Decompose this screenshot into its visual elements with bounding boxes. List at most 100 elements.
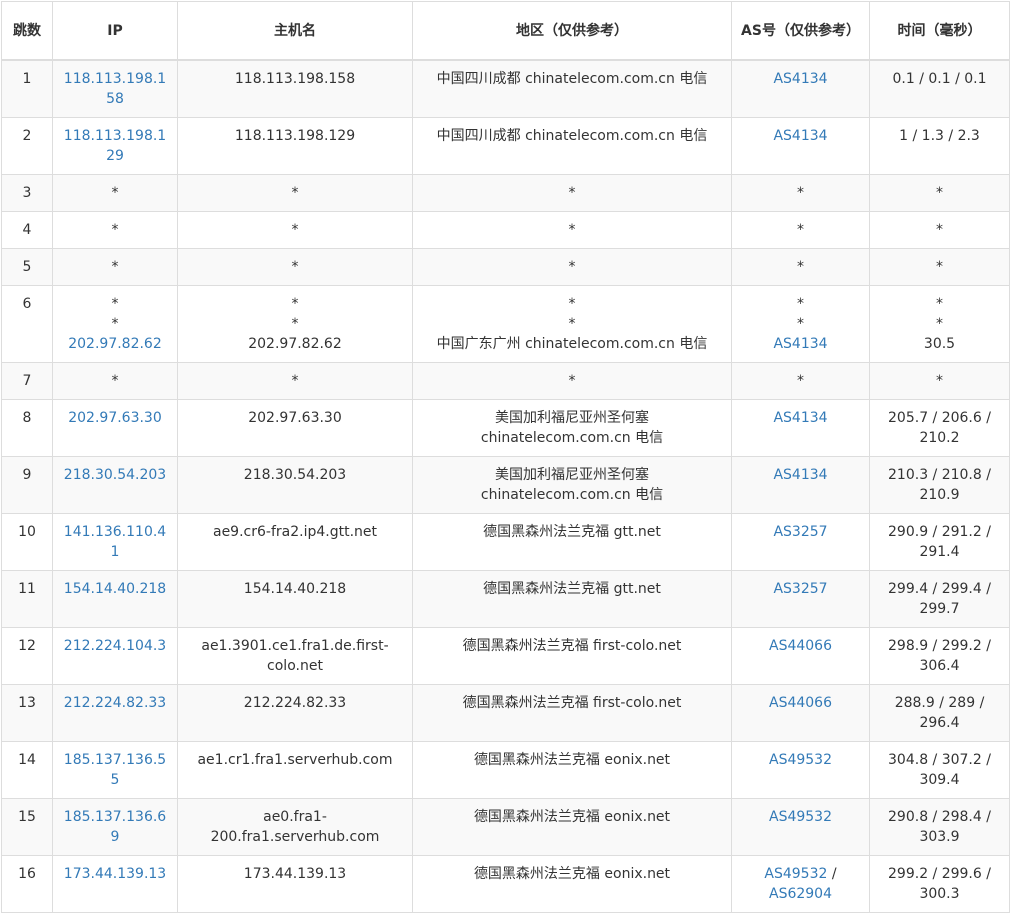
ip-link[interactable]: 118.113.198.158 bbox=[64, 71, 166, 107]
as-link[interactable]: AS4134 bbox=[773, 467, 827, 483]
time-cell: 205.7 / 206.6 / 210.2 bbox=[869, 399, 1010, 457]
as-cell: AS4134 bbox=[731, 399, 870, 457]
ip-link[interactable]: 173.44.139.13 bbox=[64, 866, 166, 882]
ip-cell: 185.137.136.69 bbox=[52, 798, 178, 856]
as-link[interactable]: AS62904 bbox=[769, 886, 832, 902]
as-link[interactable]: AS3257 bbox=[773, 581, 827, 597]
time-cell: 210.3 / 210.8 / 210.9 bbox=[869, 456, 1010, 514]
region-cell: 德国黑森州法兰克福 gtt.net bbox=[412, 513, 732, 571]
ip-link[interactable]: 202.97.63.30 bbox=[68, 410, 162, 426]
ip-cell: 202.97.63.30 bbox=[52, 399, 178, 457]
ip-cell: * bbox=[52, 362, 178, 400]
hostname-value: 202.97.82.62 bbox=[248, 336, 342, 352]
as-cell: AS3257 bbox=[731, 513, 870, 571]
time-cell: 288.9 / 289 / 296.4 bbox=[869, 684, 1010, 742]
table-body: 1 118.113.198.158 118.113.198.158 中国四川成都… bbox=[1, 59, 1010, 913]
hop-cell: 2 bbox=[1, 117, 53, 175]
hop-cell: 3 bbox=[1, 174, 53, 212]
region-cell: * bbox=[412, 362, 732, 400]
as-cell: * * AS4134 bbox=[731, 285, 870, 363]
as-link[interactable]: AS49532 bbox=[769, 809, 832, 825]
region-cell: * bbox=[412, 248, 732, 286]
ip-cell: 118.113.198.158 bbox=[52, 59, 178, 118]
hostname-cell: 118.113.198.129 bbox=[177, 117, 413, 175]
ip-cell: * bbox=[52, 174, 178, 212]
time-cell: * bbox=[869, 211, 1010, 249]
table-row: 1 118.113.198.158 118.113.198.158 中国四川成都… bbox=[1, 59, 1010, 118]
ip-cell: 218.30.54.203 bbox=[52, 456, 178, 514]
header-time: 时间（毫秒） bbox=[869, 1, 1010, 61]
ip-cell: * * 202.97.82.62 bbox=[52, 285, 178, 363]
ip-link[interactable]: 212.224.82.33 bbox=[64, 695, 166, 711]
as-link[interactable]: AS44066 bbox=[769, 695, 832, 711]
hop-cell: 9 bbox=[1, 456, 53, 514]
region-cell: 德国黑森州法兰克福 eonix.net bbox=[412, 741, 732, 799]
table-row: 5 * * * * * bbox=[1, 248, 1010, 286]
header-row: 跳数 IP 主机名 地区（仅供参考） AS号（仅供参考） 时间（毫秒） bbox=[1, 1, 1010, 61]
as-value: * bbox=[797, 296, 804, 312]
region-cell: 德国黑森州法兰克福 eonix.net bbox=[412, 855, 732, 913]
hop-cell: 4 bbox=[1, 211, 53, 249]
region-cell: 美国加利福尼亚州圣何塞 chinatelecom.com.cn 电信 bbox=[412, 399, 732, 457]
as-cell: AS49532 bbox=[731, 798, 870, 856]
as-cell: * bbox=[731, 248, 870, 286]
as-cell: AS44066 bbox=[731, 627, 870, 685]
region-cell: * * 中国广东广州 chinatelecom.com.cn 电信 bbox=[412, 285, 732, 363]
table-row: 16 173.44.139.13 173.44.139.13 德国黑森州法兰克福… bbox=[1, 855, 1010, 913]
as-value: * bbox=[797, 316, 804, 332]
as-link[interactable]: AS4134 bbox=[773, 128, 827, 144]
ip-link[interactable]: 185.137.136.55 bbox=[64, 752, 166, 788]
time-cell: * bbox=[869, 362, 1010, 400]
time-cell: * bbox=[869, 174, 1010, 212]
ip-cell: 118.113.198.129 bbox=[52, 117, 178, 175]
as-link[interactable]: AS4134 bbox=[773, 71, 827, 87]
ip-link[interactable]: 212.224.104.3 bbox=[64, 638, 166, 654]
as-link[interactable]: AS3257 bbox=[773, 524, 827, 540]
ip-link[interactable]: 185.137.136.69 bbox=[64, 809, 166, 845]
region-value: * bbox=[568, 316, 576, 332]
hop-cell: 10 bbox=[1, 513, 53, 571]
hostname-cell: ae0.fra1-200.fra1.serverhub.com bbox=[177, 798, 413, 856]
time-cell: 299.2 / 299.6 / 300.3 bbox=[869, 855, 1010, 913]
hop-cell: 16 bbox=[1, 855, 53, 913]
ip-cell: 212.224.82.33 bbox=[52, 684, 178, 742]
as-cell: * bbox=[731, 174, 870, 212]
region-cell: 美国加利福尼亚州圣何塞 chinatelecom.com.cn 电信 bbox=[412, 456, 732, 514]
region-cell: * bbox=[412, 211, 732, 249]
hostname-cell: 118.113.198.158 bbox=[177, 59, 413, 118]
table-row: 10 141.136.110.41 ae9.cr6-fra2.ip4.gtt.n… bbox=[1, 513, 1010, 571]
table-row: 8 202.97.63.30 202.97.63.30 美国加利福尼亚州圣何塞 … bbox=[1, 399, 1010, 457]
as-cell: AS4134 bbox=[731, 456, 870, 514]
as-cell: * bbox=[731, 211, 870, 249]
ip-cell: * bbox=[52, 248, 178, 286]
as-link[interactable]: AS4134 bbox=[740, 334, 861, 354]
ip-link[interactable]: 118.113.198.129 bbox=[64, 128, 166, 164]
ip-link[interactable]: 141.136.110.41 bbox=[64, 524, 166, 560]
hop-cell: 14 bbox=[1, 741, 53, 799]
time-cell: * bbox=[869, 248, 1010, 286]
table-row: 11 154.14.40.218 154.14.40.218 德国黑森州法兰克福… bbox=[1, 570, 1010, 628]
hostname-value: * bbox=[291, 316, 299, 332]
as-link[interactable]: AS49532 bbox=[769, 752, 832, 768]
ip-link[interactable]: 202.97.82.62 bbox=[61, 334, 169, 354]
table-row: 4 * * * * * bbox=[1, 211, 1010, 249]
as-cell: AS49532 bbox=[731, 741, 870, 799]
as-link[interactable]: AS49532 bbox=[764, 866, 827, 882]
table-header: 跳数 IP 主机名 地区（仅供参考） AS号（仅供参考） 时间（毫秒） bbox=[1, 1, 1010, 61]
region-cell: 德国黑森州法兰克福 eonix.net bbox=[412, 798, 732, 856]
traceroute-table: 跳数 IP 主机名 地区（仅供参考） AS号（仅供参考） 时间（毫秒） 1 11… bbox=[1, 1, 1010, 913]
ip-value: * bbox=[111, 296, 119, 312]
ip-value: * bbox=[111, 316, 119, 332]
ip-link[interactable]: 154.14.40.218 bbox=[64, 581, 166, 597]
ip-link[interactable]: 218.30.54.203 bbox=[64, 467, 166, 483]
hostname-cell: ae9.cr6-fra2.ip4.gtt.net bbox=[177, 513, 413, 571]
hostname-cell: 218.30.54.203 bbox=[177, 456, 413, 514]
as-link[interactable]: AS4134 bbox=[773, 410, 827, 426]
hop-cell: 7 bbox=[1, 362, 53, 400]
hop-cell: 13 bbox=[1, 684, 53, 742]
time-cell: 304.8 / 307.2 / 309.4 bbox=[869, 741, 1010, 799]
region-cell: 中国四川成都 chinatelecom.com.cn 电信 bbox=[412, 117, 732, 175]
hostname-cell: ae1.cr1.fra1.serverhub.com bbox=[177, 741, 413, 799]
as-link[interactable]: AS44066 bbox=[769, 638, 832, 654]
time-cell: 299.4 / 299.4 / 299.7 bbox=[869, 570, 1010, 628]
